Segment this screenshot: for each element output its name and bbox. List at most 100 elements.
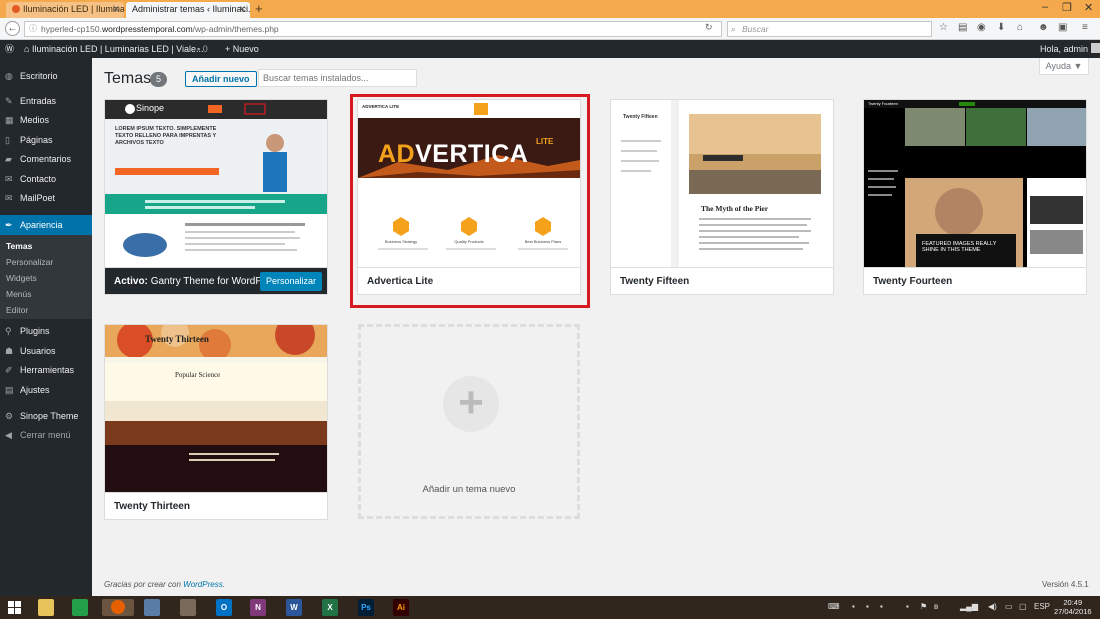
comments-link[interactable]: ▪ 0 (197, 40, 208, 58)
volume-icon[interactable]: ◀) (988, 602, 997, 611)
my-account-link[interactable]: Hola, admin (1040, 40, 1100, 58)
new-tab-button[interactable]: + (255, 1, 263, 16)
sidebar-item-mailpoet[interactable]: ✉ MailPoet (0, 189, 92, 207)
theme-card-active[interactable]: Sinope LOREM IPSUM TEXTO. SIMPLEMENTE TE… (104, 99, 328, 295)
submenu-temas[interactable]: Temas (0, 238, 92, 254)
footer-thanks: Gracias por crear con WordPress. (104, 580, 225, 589)
illustrator-icon[interactable]: Ai (393, 599, 409, 616)
clock[interactable]: 20:49 27/04/2016 (1054, 598, 1092, 616)
sidebar-item-medios[interactable]: ▦ Medios (0, 111, 92, 129)
battery-icon[interactable]: ▭ (1005, 602, 1013, 611)
sidebar-item-herramientas[interactable]: ✐ Herramientas (0, 361, 92, 379)
store-icon[interactable] (72, 599, 88, 616)
avatar (1090, 43, 1100, 53)
sidebar-item-label: Usuarios (20, 346, 56, 356)
fifteen-site-title: Twenty Fifteen (623, 114, 658, 120)
sidebar-item-escritorio[interactable]: ◍ Escritorio (0, 67, 92, 85)
help-tab[interactable]: Ayuda ▼ (1039, 58, 1089, 75)
download-icon[interactable]: ⬇ (997, 22, 1005, 33)
sidebar-item-label: Herramientas (20, 365, 75, 375)
customize-button[interactable]: Personalizar (259, 272, 322, 291)
new-content-link[interactable]: + Nuevo (225, 40, 259, 58)
submenu-personalizar[interactable]: Personalizar (0, 254, 92, 270)
theme-name: Twenty Thirteen (105, 492, 327, 519)
theme-card-twenty-fifteen[interactable]: Twenty Fifteen The Myth of the Pier Twen… (610, 99, 834, 295)
restore-icon[interactable]: ❐ (1062, 1, 1072, 14)
notifications-icon[interactable]: ▢ (1019, 602, 1027, 611)
back-button[interactable]: ← (5, 21, 20, 36)
onenote-icon[interactable]: N (250, 599, 266, 616)
language-indicator[interactable]: ESP (1034, 602, 1050, 611)
tab-admin-themes[interactable]: Administrar temas ‹ Iluminaci... ✕ (126, 2, 250, 18)
calculator-icon[interactable] (144, 599, 160, 616)
plus-icon: + (225, 44, 233, 54)
wordpress-link[interactable]: WordPress (183, 580, 223, 589)
pages-icon: ▯ (5, 135, 10, 145)
minimize-icon[interactable]: – (1042, 1, 1048, 13)
paint-icon[interactable] (180, 599, 196, 616)
word-icon[interactable]: W (286, 599, 302, 616)
tray-app-icon[interactable]: ▪ (906, 602, 909, 611)
theme-card-twenty-fourteen[interactable]: Twenty Fourteen FEATURED IMAGES REALLY S… (863, 99, 1087, 295)
sidebar-item-usuarios[interactable]: ☗ Usuarios (0, 342, 92, 360)
bluetooth-icon[interactable]: ʙ (934, 602, 938, 611)
admin-sidebar: ◍ Escritorio ✎ Entradas ▦ Medios ▯ Páginas ▰… (0, 58, 92, 596)
tray-app-icon[interactable]: ▪ (852, 602, 855, 611)
sidebar-item-comentarios[interactable]: ▰ Comentarios (0, 150, 92, 168)
theme-screenshot-twenty-thirteen: Twenty Thirteen Popular Science (105, 325, 327, 492)
theme-screenshot-twenty-fifteen: Twenty Fifteen The Myth of the Pier (611, 100, 833, 267)
sidebar-item-plugins[interactable]: ⚲ Plugins (0, 322, 92, 340)
firefox-taskbar-button[interactable] (102, 599, 134, 616)
collapse-menu-button[interactable]: ◀ Cerrar menú (0, 426, 92, 444)
close-window-icon[interactable]: ✕ (1084, 1, 1093, 14)
reading-list-icon[interactable]: ▤ (958, 22, 967, 33)
sidebar-item-contacto[interactable]: ✉ Contacto (0, 170, 92, 188)
sidebar-item-sinope-theme[interactable]: ⚙ Sinope Theme (0, 407, 92, 425)
thirteen-site-title: Twenty Thirteen (145, 334, 209, 344)
network-icon[interactable]: ▂▄▆ (960, 602, 978, 611)
flag-icon[interactable]: ⚑ (920, 602, 927, 611)
site-home-link[interactable]: ⌂ Iluminación LED | Luminarias LED | Via… (24, 40, 204, 58)
add-new-theme-card[interactable]: + Añadir un tema nuevo (358, 324, 580, 519)
plus-icon: + (443, 376, 499, 432)
menu-icon[interactable]: ≡ (1082, 22, 1088, 33)
sidebar-item-label: Apariencia (20, 220, 63, 230)
extension-icon[interactable]: ▣ (1058, 22, 1067, 33)
outlook-icon[interactable]: O (216, 599, 232, 616)
home-icon[interactable]: ⌂ (1017, 22, 1023, 33)
browser-search-input[interactable]: ⌕ Buscar (727, 21, 932, 37)
close-icon[interactable]: ✕ (238, 2, 246, 17)
tray-app-icon[interactable]: ▪ (866, 602, 869, 611)
browser-nav-bar: ← ⓘ hyperled-cp150.wordpresstemporal.com… (0, 18, 1100, 40)
clock-time: 20:49 (1063, 598, 1083, 607)
photoshop-icon[interactable]: Ps (358, 599, 374, 616)
submenu-widgets[interactable]: Widgets (0, 270, 92, 286)
wordpress-logo-icon[interactable]: Ⓦ (5, 40, 14, 58)
sidebar-item-ajustes[interactable]: ▤ Ajustes (0, 381, 92, 399)
theme-card-twenty-thirteen[interactable]: Twenty Thirteen Popular Science Twenty T… (104, 324, 328, 520)
sidebar-item-label: Entradas (20, 96, 57, 106)
bookmark-star-icon[interactable]: ☆ (939, 22, 948, 33)
tab-site[interactable]: Iluminación LED | Iluminari... ✕ (6, 2, 124, 18)
close-icon[interactable]: ✕ (112, 2, 120, 17)
sidebar-item-apariencia[interactable]: ✒ Apariencia (0, 215, 92, 235)
explorer-icon[interactable] (38, 599, 54, 616)
sidebar-item-entradas[interactable]: ✎ Entradas (0, 92, 92, 110)
info-icon[interactable]: ⓘ (29, 22, 37, 36)
windows-start-icon[interactable] (8, 601, 21, 614)
thirteen-post-title: Popular Science (175, 371, 221, 379)
submenu-editor[interactable]: Editor (0, 302, 92, 318)
add-new-theme-button[interactable]: Añadir nuevo (185, 71, 257, 87)
sidebar-item-paginas[interactable]: ▯ Páginas (0, 131, 92, 149)
reload-icon[interactable]: ↻ (705, 22, 713, 33)
address-bar[interactable]: ⓘ hyperled-cp150.wordpresstemporal.com/w… (24, 21, 722, 37)
chat-icon[interactable]: ☻ (1038, 22, 1049, 33)
pocket-icon[interactable]: ◉ (977, 22, 986, 33)
keyboard-icon[interactable]: ⌨ (828, 602, 840, 611)
theme-screenshot-twenty-fourteen: Twenty Fourteen FEATURED IMAGES REALLY S… (864, 100, 1086, 267)
collapse-icon: ◀ (5, 430, 12, 440)
search-themes-input[interactable] (258, 69, 417, 87)
tray-app-icon[interactable]: ▪ (880, 602, 883, 611)
submenu-menus[interactable]: Menús (0, 286, 92, 302)
excel-icon[interactable]: X (322, 599, 338, 616)
